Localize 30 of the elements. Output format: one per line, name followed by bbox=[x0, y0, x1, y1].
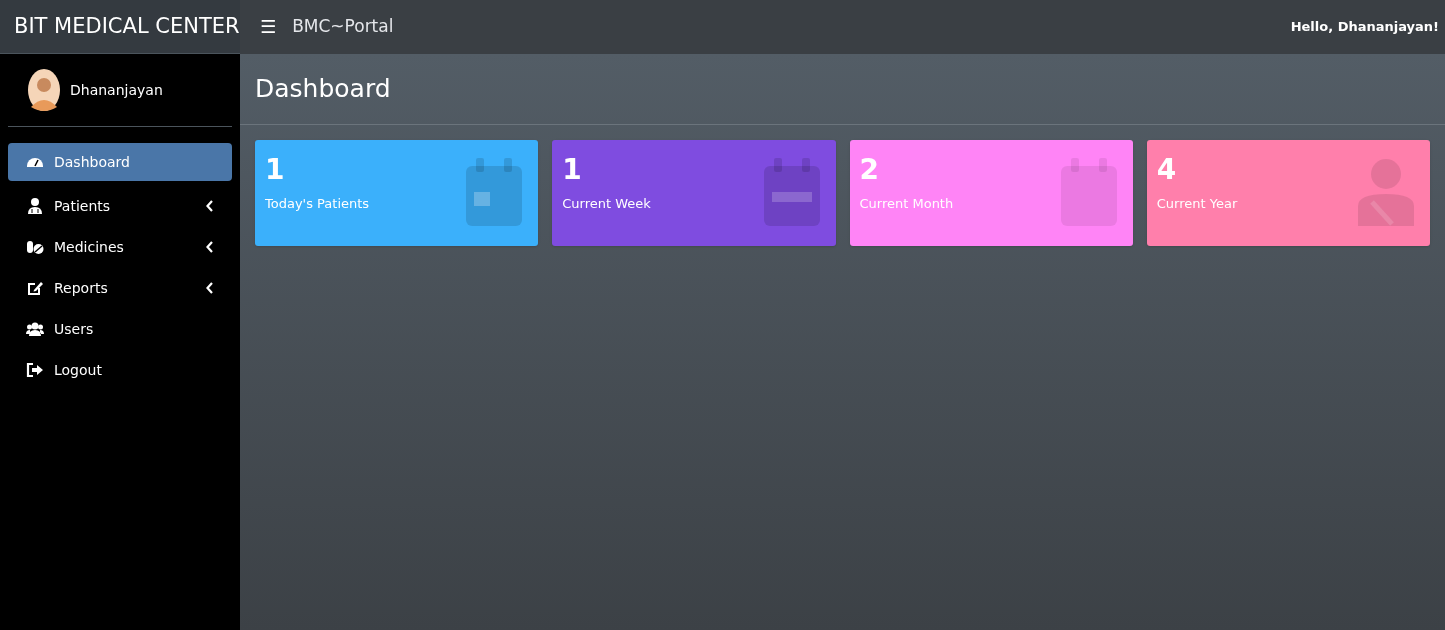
nav-item[interactable]: Patients bbox=[8, 190, 232, 222]
stat-label: Current Year bbox=[1156, 195, 1238, 213]
logout-icon bbox=[26, 361, 44, 379]
nav-item[interactable]: Dashboard bbox=[8, 143, 232, 181]
injured-person-icon bbox=[1356, 158, 1416, 226]
portal-title: BMC~Portal bbox=[292, 15, 394, 39]
calendar-icon bbox=[464, 158, 525, 226]
stat-value: 4 bbox=[1156, 152, 1177, 188]
users-icon bbox=[26, 320, 44, 338]
nav-item[interactable]: Users bbox=[8, 313, 232, 345]
pills-icon bbox=[26, 238, 44, 256]
calendar-icon bbox=[761, 158, 822, 226]
brand-title: BIT MEDICAL CENTER bbox=[14, 12, 240, 40]
nav-item[interactable]: Reports bbox=[8, 272, 232, 304]
menu-button[interactable]: ☰ bbox=[260, 18, 277, 36]
calendar-icon bbox=[1058, 158, 1119, 226]
greeting-text: Hello, Dhananjayan! bbox=[1290, 18, 1439, 37]
user-name: Dhananjayan bbox=[70, 80, 163, 100]
stat-value: 2 bbox=[859, 152, 879, 188]
stat-value: 1 bbox=[265, 152, 285, 188]
person-icon bbox=[26, 197, 44, 215]
nav-item[interactable]: Medicines bbox=[8, 231, 232, 263]
stat-label: Today's Patients bbox=[265, 195, 370, 213]
stat-value: 1 bbox=[562, 152, 582, 188]
edit-icon bbox=[26, 279, 44, 297]
page-title: Dashboard bbox=[255, 73, 391, 106]
stat-label: Current Month bbox=[859, 195, 954, 213]
avatar-icon bbox=[28, 69, 60, 111]
stat-label: Current Week bbox=[562, 195, 651, 213]
nav-item[interactable]: Logout bbox=[8, 354, 232, 386]
